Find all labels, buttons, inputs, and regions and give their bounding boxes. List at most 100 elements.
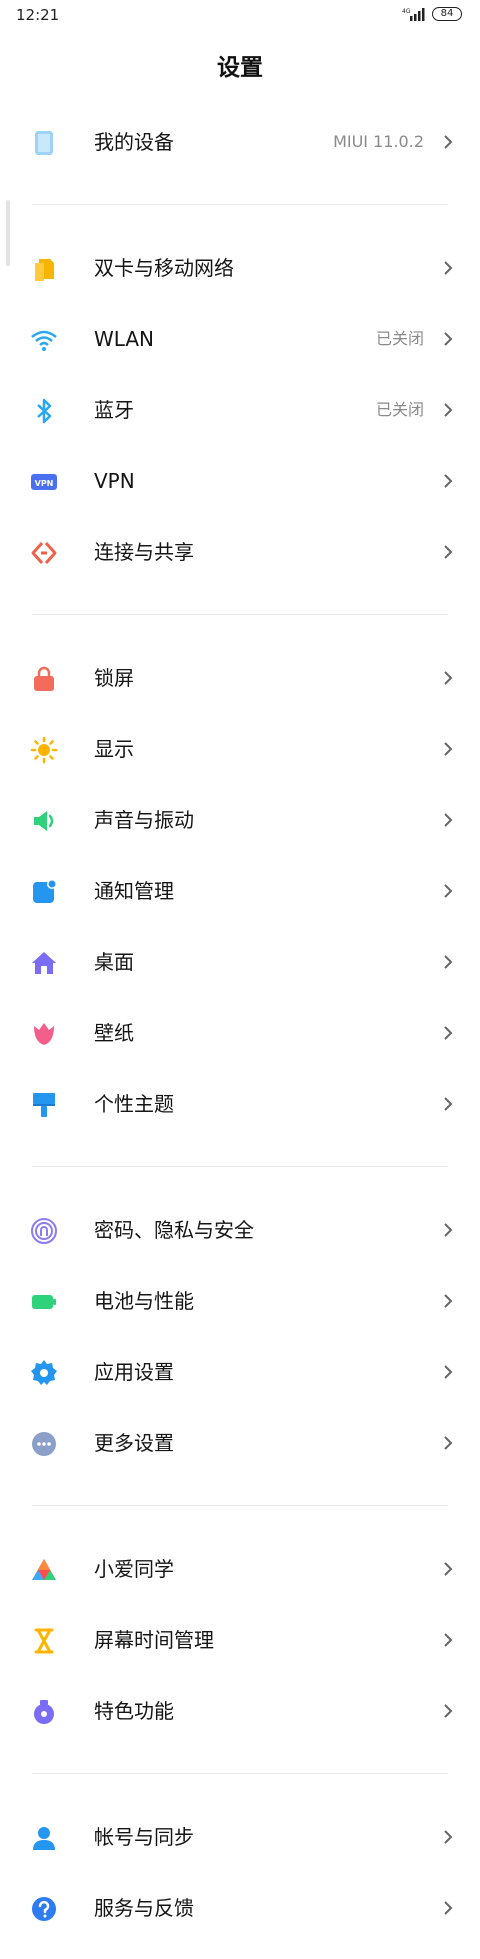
chevron-right-icon (444, 884, 453, 898)
special-features-icon (30, 1698, 58, 1726)
item-value: 已关闭 (375, 329, 424, 348)
fingerprint-icon (30, 1217, 58, 1245)
chevron-right-icon (444, 1562, 453, 1576)
settings-item-my-device[interactable]: 我的设备 MIUI 11.0.2 (0, 107, 480, 177)
device-icon (30, 129, 58, 157)
item-label: 锁屏 (94, 666, 134, 690)
section-divider (32, 614, 448, 615)
settings-item-vpn[interactable]: VPN VPN (0, 446, 480, 516)
section-divider (32, 1773, 448, 1774)
settings-item-service-feedback[interactable]: 服务与反馈 (0, 1873, 480, 1943)
chevron-right-icon (444, 135, 453, 149)
item-label: 个性主题 (94, 1092, 174, 1116)
item-label: 屏幕时间管理 (94, 1628, 214, 1652)
item-label: 服务与反馈 (94, 1896, 194, 1920)
gear-icon (30, 1359, 58, 1387)
battery-icon (30, 1288, 58, 1316)
vpn-icon: VPN (30, 468, 58, 496)
share-icon (30, 539, 58, 567)
more-icon (30, 1430, 58, 1458)
status-bar: 12:21 4G 84 (0, 0, 480, 30)
brush-icon (30, 1091, 58, 1119)
settings-item-screen-time[interactable]: 屏幕时间管理 (0, 1605, 480, 1675)
item-value: 已关闭 (375, 400, 424, 419)
home-icon (30, 949, 58, 977)
settings-item-sound-vibration[interactable]: 声音与振动 (0, 785, 480, 855)
item-label: 帐号与同步 (94, 1825, 194, 1849)
chevron-right-icon (444, 1436, 453, 1450)
item-label: 壁纸 (94, 1021, 134, 1045)
signal-icon: 4G (402, 8, 425, 21)
item-label: WLAN (94, 327, 155, 351)
item-value: MIUI 11.0.2 (333, 132, 424, 151)
settings-item-display[interactable]: 显示 (0, 714, 480, 784)
svg-text:VPN: VPN (35, 479, 54, 488)
settings-item-battery-performance[interactable]: 电池与性能 (0, 1266, 480, 1336)
help-icon (30, 1895, 58, 1923)
chevron-right-icon (444, 332, 453, 346)
hourglass-icon (30, 1627, 58, 1655)
chevron-right-icon (444, 403, 453, 417)
item-label: VPN (94, 469, 135, 493)
sim-card-icon (30, 255, 58, 283)
network-type: 4G (402, 8, 411, 15)
assistant-icon (30, 1556, 58, 1584)
settings-item-notifications[interactable]: 通知管理 (0, 856, 480, 926)
settings-item-wallpaper[interactable]: 壁纸 (0, 998, 480, 1068)
settings-item-password-privacy-security[interactable]: 密码、隐私与安全 (0, 1195, 480, 1265)
settings-item-wlan[interactable]: WLAN 已关闭 (0, 304, 480, 374)
wifi-icon (30, 326, 58, 354)
page-title: 设置 (217, 55, 263, 81)
settings-item-bluetooth[interactable]: 蓝牙 已关闭 (0, 375, 480, 445)
battery-indicator: 84 (432, 7, 462, 21)
item-label: 声音与振动 (94, 808, 194, 832)
item-label: 我的设备 (94, 130, 174, 154)
chevron-right-icon (444, 1294, 453, 1308)
settings-item-xiaoai[interactable]: 小爱同学 (0, 1534, 480, 1604)
chevron-right-icon (444, 545, 453, 559)
settings-item-more-settings[interactable]: 更多设置 (0, 1408, 480, 1478)
bluetooth-icon (30, 397, 58, 425)
item-label: 连接与共享 (94, 540, 194, 564)
section-divider (32, 204, 448, 205)
chevron-right-icon (444, 1704, 453, 1718)
item-label: 更多设置 (94, 1431, 174, 1455)
chevron-right-icon (444, 813, 453, 827)
item-label: 通知管理 (94, 879, 174, 903)
chevron-right-icon (444, 261, 453, 275)
chevron-right-icon (444, 1365, 453, 1379)
settings-item-lock-screen[interactable]: 锁屏 (0, 643, 480, 713)
notification-icon (30, 878, 58, 906)
settings-item-app-settings[interactable]: 应用设置 (0, 1337, 480, 1407)
settings-item-special-features[interactable]: 特色功能 (0, 1676, 480, 1746)
brightness-icon (30, 736, 58, 764)
flower-icon (30, 1020, 58, 1048)
item-label: 桌面 (94, 950, 134, 974)
chevron-right-icon (444, 742, 453, 756)
item-label: 密码、隐私与安全 (94, 1218, 254, 1242)
item-label: 小爱同学 (94, 1557, 174, 1581)
chevron-right-icon (444, 1830, 453, 1844)
chevron-right-icon (444, 1901, 453, 1915)
settings-item-themes[interactable]: 个性主题 (0, 1069, 480, 1139)
item-label: 蓝牙 (94, 398, 134, 422)
lock-icon (30, 665, 58, 693)
status-time: 12:21 (16, 6, 60, 24)
settings-item-account-sync[interactable]: 帐号与同步 (0, 1802, 480, 1872)
account-icon (30, 1824, 58, 1852)
item-label: 显示 (94, 737, 134, 761)
chevron-right-icon (444, 1026, 453, 1040)
chevron-right-icon (444, 1633, 453, 1647)
section-divider (32, 1505, 448, 1506)
item-label: 应用设置 (94, 1360, 174, 1384)
speaker-icon (30, 807, 58, 835)
item-label: 电池与性能 (94, 1289, 194, 1313)
chevron-right-icon (444, 671, 453, 685)
section-divider (32, 1166, 448, 1167)
settings-item-connection-sharing[interactable]: 连接与共享 (0, 517, 480, 587)
chevron-right-icon (444, 474, 453, 488)
item-label: 双卡与移动网络 (94, 256, 234, 280)
settings-item-home-screen[interactable]: 桌面 (0, 927, 480, 997)
settings-item-sim-network[interactable]: 双卡与移动网络 (0, 233, 480, 303)
chevron-right-icon (444, 1223, 453, 1237)
